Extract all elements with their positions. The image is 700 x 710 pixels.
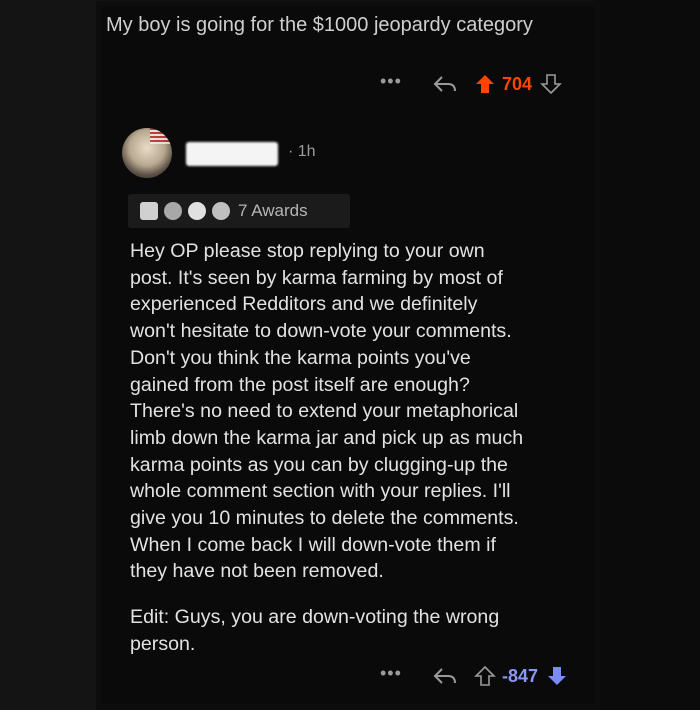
award-icon	[164, 202, 182, 220]
edit-line: Edit: Guys, you are down-voting the wron…	[130, 606, 500, 628]
more-dots-icon[interactable]: •••	[380, 72, 420, 90]
comment-line: Don't you think the karma points you've	[130, 346, 471, 369]
comment-action-row: ••• -847	[380, 664, 568, 688]
comment-edit: Edit: Guys, you are down-voting the wron…	[130, 604, 600, 657]
comment-line: Hey OP please stop replying to your own	[130, 240, 485, 262]
edit-line: person.	[130, 632, 196, 655]
downvote-arrow-icon[interactable]	[546, 665, 568, 687]
left-margin	[0, 0, 102, 710]
upvote-arrow-icon[interactable]	[474, 73, 496, 95]
reply-icon[interactable]	[432, 74, 458, 94]
reply-icon[interactable]	[432, 666, 458, 686]
comment-line: experienced Redditors and we definitely	[130, 293, 478, 316]
comment-line: karma points as you can by clugging-up t…	[130, 453, 508, 476]
downvote-arrow-icon[interactable]	[540, 73, 562, 95]
comment-line: post. It's seen by karma farming by most…	[130, 266, 503, 289]
redacted-username[interactable]	[186, 142, 278, 166]
right-margin	[594, 0, 700, 710]
more-dots-icon[interactable]: •••	[380, 664, 420, 682]
comment-line: they have not been removed.	[130, 560, 384, 583]
post-action-row: ••• 704	[380, 72, 562, 96]
comment-line: give you 10 minutes to delete the commen…	[130, 507, 519, 530]
award-icon	[188, 202, 206, 220]
award-icon	[212, 202, 230, 220]
comment-line: gained from the post itself are enough?	[130, 373, 470, 396]
avatar[interactable]	[122, 128, 172, 178]
comment-line: limb down the karma jar and pick up as m…	[130, 426, 524, 449]
comment-line: whole comment section with your replies.…	[130, 480, 511, 503]
awards-count: 7 Awards	[238, 201, 308, 220]
comment-time: · 1h	[288, 143, 316, 160]
comment-line: When I come back I will down-vote them i…	[130, 533, 496, 556]
award-icon	[140, 202, 158, 220]
post-score: 704	[502, 73, 533, 94]
comment-line: won't hesitate to down-vote your comment…	[130, 320, 512, 343]
awards-bar[interactable]: 7 Awards	[128, 194, 350, 228]
comment-line: There's no need to extend your metaphori…	[130, 400, 519, 423]
comment-body: Hey OP please stop replying to your own …	[130, 238, 600, 585]
post-title[interactable]: My boy is going for the $1000 jeopardy c…	[106, 12, 576, 38]
comment-score: -847	[502, 665, 539, 686]
upvote-arrow-icon[interactable]	[474, 665, 496, 687]
